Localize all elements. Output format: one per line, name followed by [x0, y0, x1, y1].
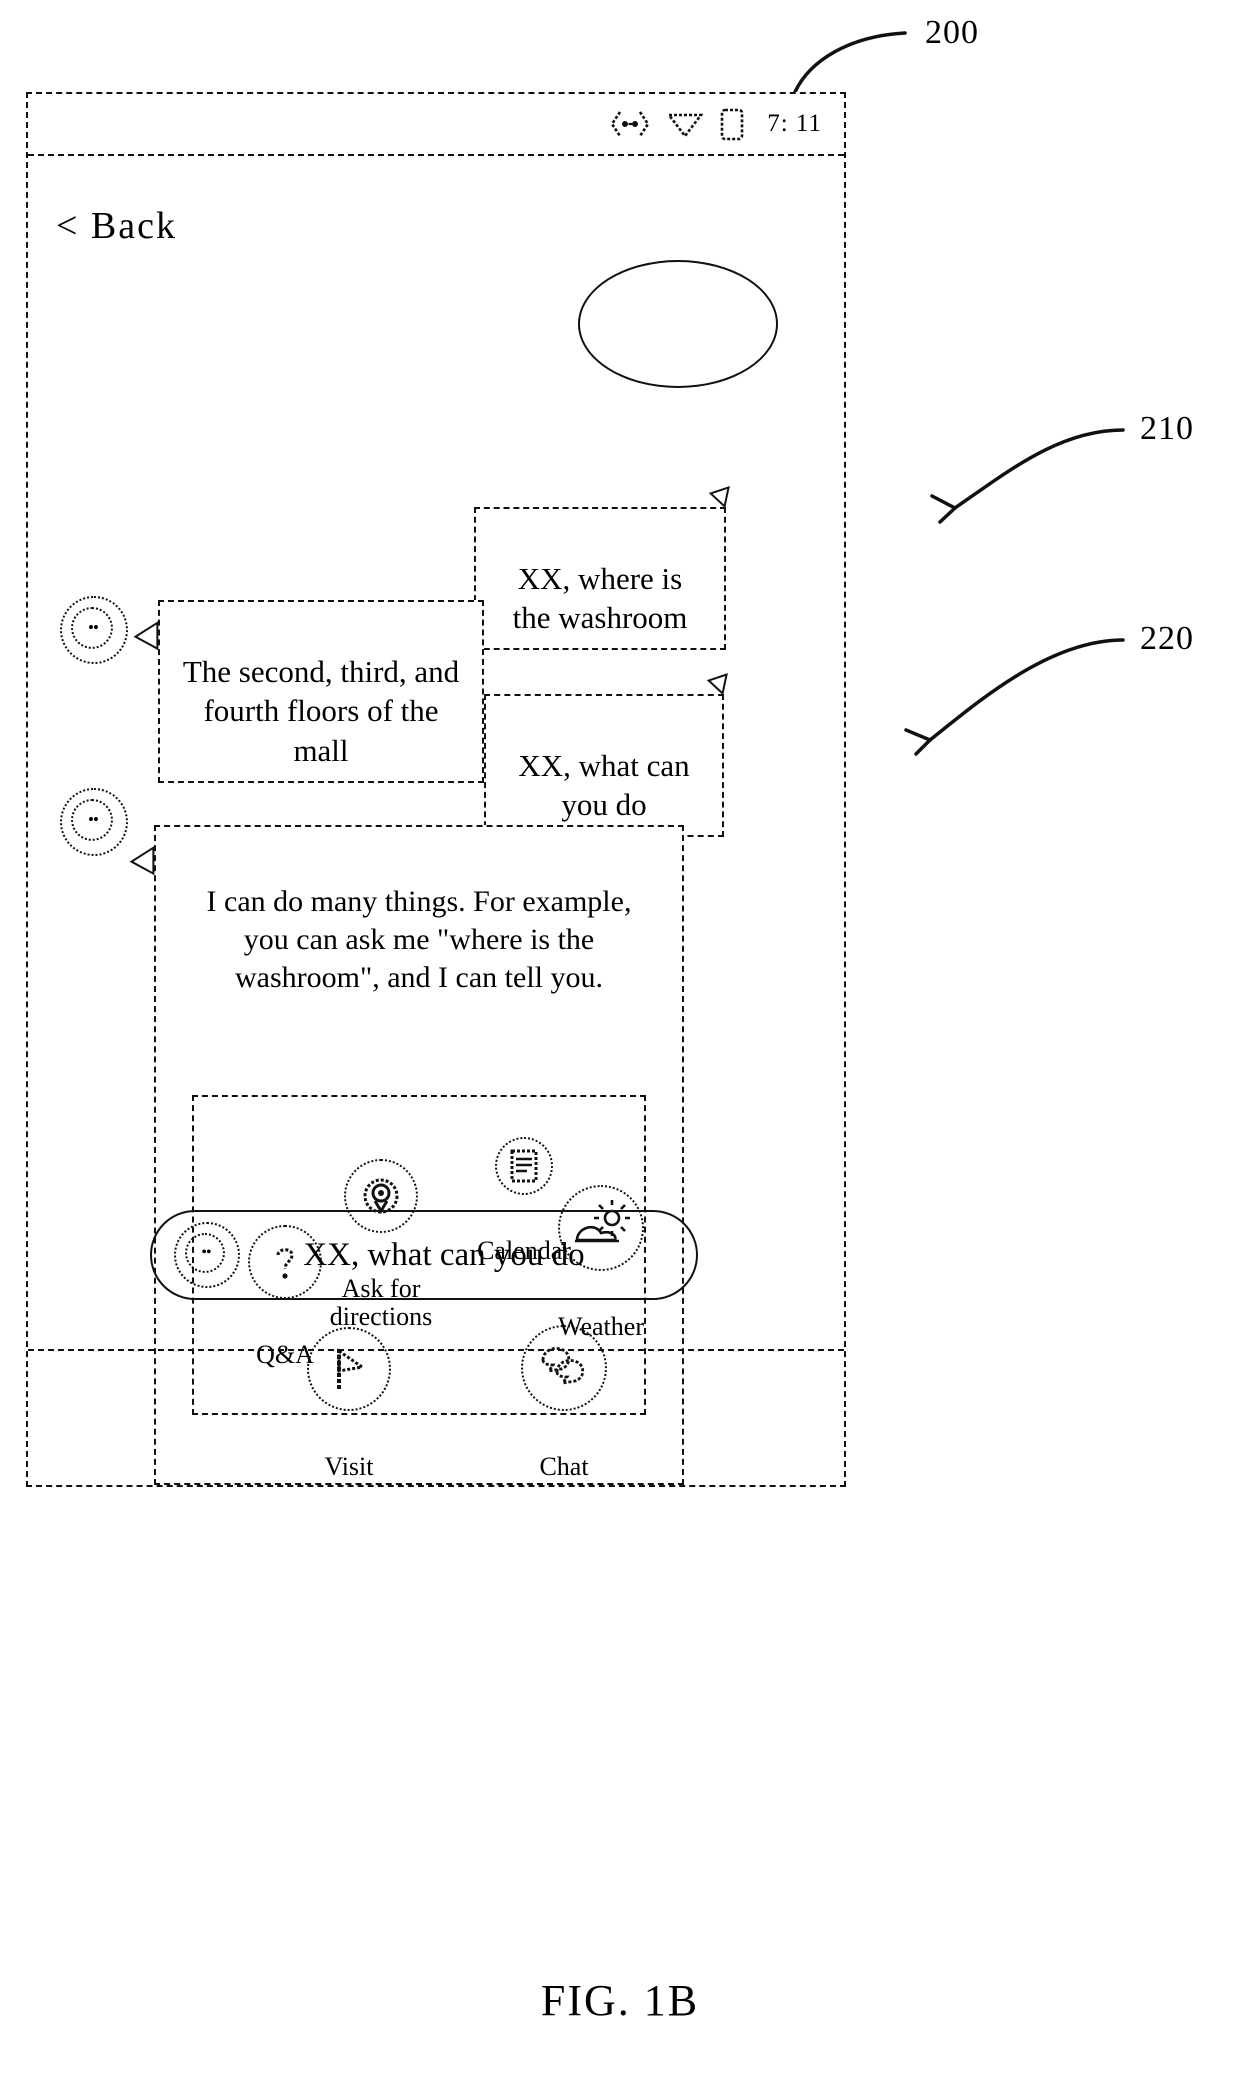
assistant-oval-avatar — [578, 260, 778, 388]
chat-bubble-user-210[interactable]: XX, where is the washroom — [474, 507, 726, 651]
chat-bubble-text: The second, third, and fourth floors of … — [182, 653, 460, 769]
voice-input-bar[interactable]: •• XX, what can you do — [150, 1210, 698, 1300]
callout-200: 200 — [925, 14, 979, 51]
figure-caption: FIG. 1B — [540, 1976, 700, 2025]
chat-bubble-text: XX, where is the washroom — [512, 560, 688, 636]
chat-bubble-user-220[interactable]: XX, what can you do — [484, 694, 724, 838]
app-screen: < Back XX, where is the washroom •• The … — [28, 156, 844, 1485]
battery-icon — [719, 107, 745, 141]
callout-220: 220 — [1140, 620, 1194, 657]
status-time: 7: 11 — [767, 110, 822, 137]
assistant-avatar-icon: •• — [60, 788, 128, 856]
chat-bubble-text: XX, what can you do — [518, 747, 690, 823]
avatar-face: •• — [88, 618, 99, 637]
wifi-triangle-icon — [667, 109, 704, 139]
avatar-face: •• — [88, 810, 99, 829]
chat-bubble-bot-230[interactable]: The second, third, and fourth floors of … — [158, 600, 484, 783]
skill-label: Chat — [539, 1451, 589, 1481]
voice-input-text: XX, what can you do — [303, 1236, 585, 1273]
chat-bubble-text: I can do many things. For example, you c… — [206, 884, 632, 995]
callout-210: 210 — [1140, 410, 1194, 447]
assistant-avatar-icon: •• — [60, 596, 128, 664]
status-bar: 7: 11 — [28, 94, 844, 156]
phone-device: 7: 11 < Back XX, where is the washroom •… — [26, 92, 846, 1487]
skill-label: Visit — [324, 1451, 374, 1481]
signal-arrows-icon — [609, 109, 651, 139]
device-nav-bar — [28, 1349, 844, 1418]
back-button[interactable]: < Back — [56, 204, 177, 248]
assistant-avatar-icon: •• — [174, 1222, 240, 1288]
avatar-face: •• — [201, 1244, 211, 1261]
